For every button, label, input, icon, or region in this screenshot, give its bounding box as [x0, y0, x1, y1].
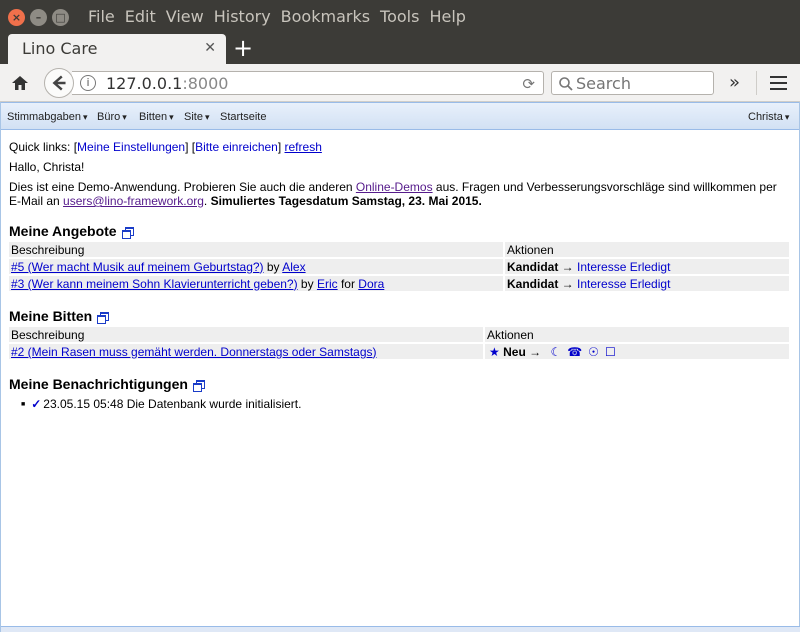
main-content: Quick links: [Meine Einstellungen] [Bitt… [9, 138, 791, 412]
section-title-bitten: Meine Bitten [9, 307, 791, 325]
url-text[interactable]: 127.0.0.1:8000 [106, 74, 228, 93]
back-arrow-icon [52, 75, 66, 91]
menu-view[interactable]: View [166, 7, 204, 26]
new-tab-icon[interactable]: + [233, 36, 253, 60]
search-input[interactable] [576, 73, 706, 93]
user-link[interactable]: Eric [317, 277, 338, 291]
menu-stimmabgaben[interactable]: Stimmabgaben [7, 111, 88, 123]
link-email[interactable]: users@lino-framework.org [63, 194, 204, 208]
action-interesse[interactable]: Interesse [577, 260, 626, 274]
state-label: Kandidat [507, 259, 559, 274]
checkmark-icon[interactable]: ✓ [31, 397, 41, 411]
app-menubar: Stimmabgaben Büro Bitten Site Startseite… [1, 102, 799, 130]
site-info-icon[interactable]: i [80, 75, 96, 91]
os-menubar: × – □ File Edit View History Bookmarks T… [0, 0, 800, 34]
back-button[interactable] [44, 68, 74, 98]
section-title-benachrichtigungen: Meine Benachrichtigungen [9, 375, 791, 393]
phone-icon[interactable]: ☎ [567, 345, 582, 359]
window-minimize-button[interactable]: – [30, 9, 47, 26]
tab-title: Lino Care [22, 39, 98, 58]
action-interesse[interactable]: Interesse [577, 277, 626, 291]
open-window-icon[interactable] [192, 380, 205, 392]
user-menu[interactable]: Christa [748, 111, 789, 123]
toolbar-separator [756, 71, 757, 95]
browser-tab[interactable]: Lino Care ✕ [8, 34, 226, 64]
window-maximize-button[interactable]: □ [52, 9, 69, 26]
section-title-angebote: Meine Angebote [9, 222, 791, 240]
menu-startseite[interactable]: Startseite [220, 111, 268, 123]
link-online-demos[interactable]: Online-Demos [356, 180, 433, 194]
greeting: Hallo, Christa! [9, 160, 85, 174]
moon-icon[interactable]: ☾ [550, 345, 561, 359]
column-header: Beschreibung [9, 327, 483, 342]
table-row: #5 (Wer macht Musik auf meinem Geburtsta… [9, 259, 789, 274]
tab-strip: Lino Care ✕ + [0, 34, 800, 64]
user-link[interactable]: Alex [282, 260, 305, 274]
table-row: #2 (Mein Rasen muss gemäht werden. Donne… [9, 344, 789, 359]
tab-close-icon[interactable]: ✕ [204, 39, 216, 56]
quick-links: Quick links: [Meine Einstellungen] [Bitt… [9, 140, 322, 154]
action-erledigt[interactable]: Erledigt [630, 277, 671, 291]
search-icon [559, 77, 573, 91]
ticket-link[interactable]: #5 (Wer macht Musik auf meinem Geburtsta… [11, 260, 264, 274]
home-icon[interactable] [10, 73, 30, 93]
column-header: Beschreibung [9, 242, 503, 257]
column-header: Aktionen [505, 242, 789, 257]
window-close-button[interactable]: × [8, 9, 25, 26]
user-link[interactable]: Dora [358, 277, 384, 291]
menu-file[interactable]: File [88, 7, 115, 26]
menu-bookmarks[interactable]: Bookmarks [281, 7, 370, 26]
table-row: #3 (Wer kann meinem Sohn Klavierunterric… [9, 276, 789, 291]
notification-list: ✓23.05.15 05:48 Die Datenbank wurde init… [21, 397, 791, 412]
sun-icon[interactable]: ☉ [588, 345, 599, 359]
menu-site[interactable]: Site [184, 111, 210, 123]
url-bar[interactable]: i 127.0.0.1:8000 ⟳ [72, 71, 544, 95]
menu-history[interactable]: History [214, 7, 271, 26]
column-header: Aktionen [485, 327, 789, 342]
link-refresh[interactable]: refresh [285, 140, 322, 154]
link-meine-einstellungen[interactable]: Meine Einstellungen [77, 140, 185, 154]
menu-bitten[interactable]: Bitten [139, 111, 174, 123]
action-erledigt[interactable]: Erledigt [630, 260, 671, 274]
ticket-link[interactable]: #3 (Wer kann meinem Sohn Klavierunterric… [11, 277, 298, 291]
open-window-icon[interactable] [97, 312, 110, 324]
checkbox-icon[interactable]: ☐ [605, 345, 616, 359]
menu-tools[interactable]: Tools [380, 7, 419, 26]
bitten-table: Beschreibung Aktionen #2 (Mein Rasen mus… [7, 325, 791, 361]
simulated-date: Simuliertes Tagesdatum Samstag, 23. Mai … [210, 194, 482, 208]
angebote-table: Beschreibung Aktionen #5 (Wer macht Musi… [7, 240, 791, 293]
search-box[interactable] [551, 71, 714, 95]
list-item: ✓23.05.15 05:48 Die Datenbank wurde init… [21, 397, 791, 412]
page-viewport: Stimmabgaben Büro Bitten Site Startseite… [0, 102, 800, 632]
open-window-icon[interactable] [121, 227, 134, 239]
menu-edit[interactable]: Edit [125, 7, 156, 26]
state-label: Neu [503, 344, 526, 359]
hamburger-menu-icon[interactable] [770, 76, 787, 90]
star-icon[interactable]: ★ [489, 345, 500, 359]
overflow-chevron-icon[interactable]: » [729, 72, 740, 93]
menu-help[interactable]: Help [429, 7, 465, 26]
link-bitte-einreichen[interactable]: Bitte einreichen [195, 140, 278, 154]
menu-buero[interactable]: Büro [97, 111, 127, 123]
reload-icon[interactable]: ⟳ [522, 75, 535, 93]
demo-notice: Dies ist eine Demo-Anwendung. Probieren … [9, 180, 777, 208]
nav-toolbar: i 127.0.0.1:8000 ⟳ » [0, 64, 800, 102]
ticket-link[interactable]: #2 (Mein Rasen muss gemäht werden. Donne… [11, 345, 377, 359]
state-label: Kandidat [507, 276, 559, 291]
status-strip [1, 626, 800, 632]
